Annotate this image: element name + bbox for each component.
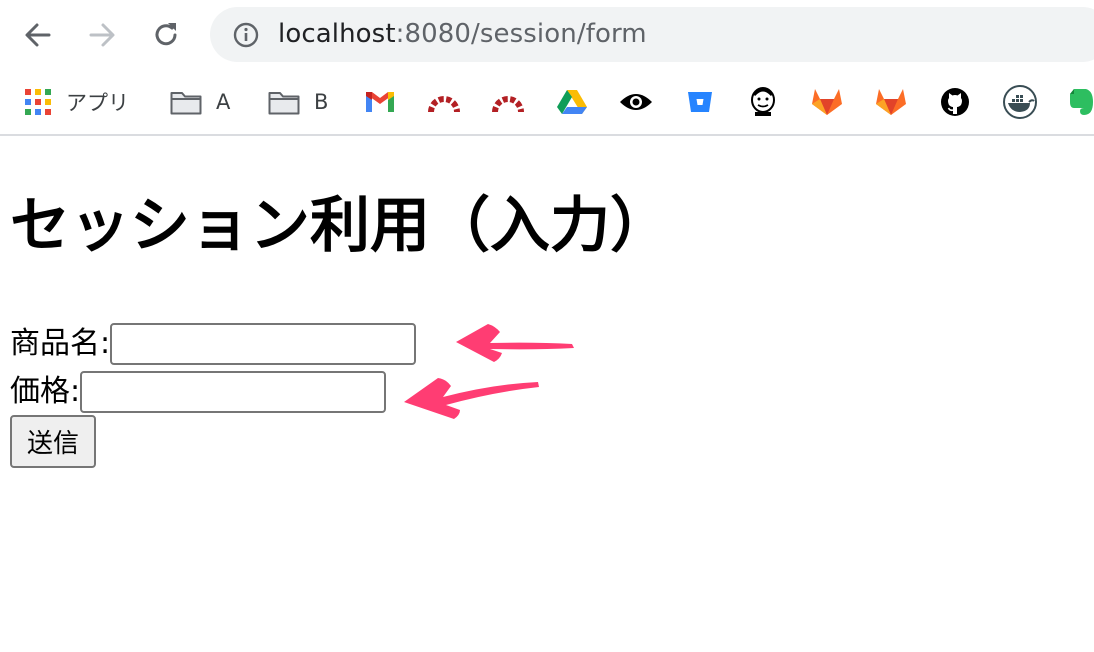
bookmark-label: A	[216, 90, 231, 114]
redmine-icon	[428, 96, 460, 113]
submit-button[interactable]: 送信	[10, 415, 96, 468]
address-bar[interactable]: localhost:8080/session/form	[210, 7, 1094, 62]
page-title: セッション利用（入力）	[10, 191, 670, 261]
url-host: localhost	[278, 19, 396, 49]
back-button[interactable]	[19, 16, 57, 54]
google-drive-icon	[557, 90, 587, 114]
url-path: :8080/session/form	[395, 19, 647, 49]
apps-grid-icon	[25, 89, 51, 115]
price-label: 価格:	[10, 374, 81, 409]
price-row: 価格:	[10, 371, 387, 413]
bookmark-docker[interactable]	[1003, 82, 1037, 122]
forward-button[interactable]	[83, 16, 121, 54]
browser-chrome: localhost:8080/session/form アプリ A B	[0, 0, 1094, 136]
gitlab-icon	[812, 89, 842, 115]
page-content: セッション利用（入力） 商品名: 価格: 送信	[0, 136, 1094, 652]
folder-icon	[268, 92, 300, 115]
bookmark-jenkins[interactable]	[749, 82, 777, 122]
annotation-arrow	[456, 324, 574, 362]
bookmark-folder-b[interactable]: B	[268, 82, 328, 122]
gmail-icon	[366, 92, 394, 112]
evernote-icon	[1070, 89, 1093, 115]
info-icon[interactable]	[232, 21, 260, 49]
redmine-icon	[492, 96, 524, 113]
bookmark-github[interactable]	[940, 82, 970, 122]
bookmark-gitlab-1[interactable]	[811, 82, 843, 122]
bookmark-folder-a[interactable]: A	[170, 82, 230, 122]
bookmark-redmine-1[interactable]	[427, 82, 461, 122]
price-input[interactable]	[80, 371, 387, 413]
bookmark-label: アプリ	[66, 91, 129, 115]
bookmark-apps[interactable]: アプリ	[24, 82, 129, 122]
back-arrow-icon	[25, 23, 51, 47]
annotation-arrow	[404, 378, 539, 419]
bookmark-redmine-2[interactable]	[491, 82, 525, 122]
jenkins-icon	[751, 87, 775, 116]
bookmark-label: B	[314, 90, 329, 114]
eye-icon	[620, 94, 652, 110]
bookmark-gitlab-2[interactable]	[875, 82, 907, 122]
reload-button[interactable]	[147, 16, 185, 54]
bookmarks-bar: アプリ A B	[0, 70, 1094, 134]
forward-arrow-icon	[89, 23, 115, 47]
bookmark-google-drive[interactable]	[556, 82, 588, 122]
product-name-input[interactable]	[110, 323, 417, 365]
bookmark-gmail[interactable]	[365, 82, 395, 122]
bookmark-bitbucket[interactable]	[687, 82, 713, 122]
docker-icon	[1003, 85, 1037, 119]
bookmark-evernote[interactable]	[1068, 82, 1094, 122]
github-icon	[941, 88, 969, 116]
gitlab-icon	[876, 89, 906, 115]
url-text: localhost:8080/session/form	[278, 19, 647, 49]
bitbucket-icon	[688, 92, 712, 112]
browser-toolbar: localhost:8080/session/form	[0, 0, 1094, 70]
folder-icon	[170, 92, 202, 115]
product-name-label: 商品名:	[10, 326, 111, 361]
bookmark-eye[interactable]	[619, 82, 653, 122]
product-name-row: 商品名:	[10, 323, 417, 365]
reload-icon	[155, 23, 177, 46]
